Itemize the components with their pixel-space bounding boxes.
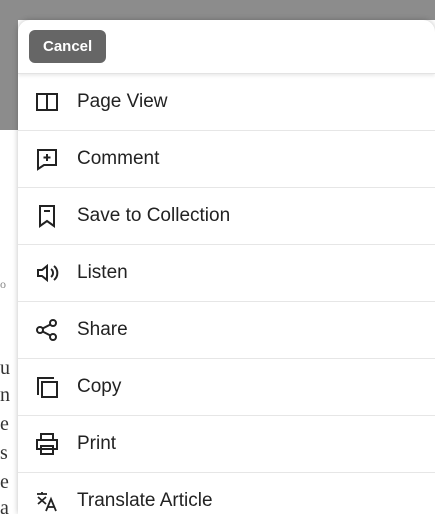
- menu-item-page-view[interactable]: Page View: [18, 74, 435, 131]
- translate-icon: [35, 489, 59, 513]
- action-menu: Page View Comment Save to Collection Lis…: [18, 74, 435, 514]
- menu-item-comment[interactable]: Comment: [18, 131, 435, 188]
- menu-item-label: Save to Collection: [77, 205, 231, 226]
- share-icon: [35, 318, 59, 342]
- bookmark-icon: [35, 204, 59, 228]
- backdrop-text: u: [0, 357, 10, 379]
- menu-item-label: Share: [77, 319, 128, 340]
- cancel-button[interactable]: Cancel: [29, 30, 107, 63]
- menu-item-translate-article[interactable]: Translate Article: [18, 473, 435, 514]
- page-view-icon: [35, 90, 59, 114]
- menu-item-copy[interactable]: Copy: [18, 359, 435, 416]
- menu-item-print[interactable]: Print: [18, 416, 435, 473]
- menu-item-label: Listen: [77, 262, 128, 283]
- menu-item-label: Print: [77, 433, 117, 454]
- menu-item-label: Copy: [77, 376, 122, 397]
- backdrop-text: n: [0, 384, 10, 406]
- backdrop-text: o: [0, 277, 6, 291]
- comment-icon: [35, 147, 59, 171]
- print-icon: [35, 432, 59, 456]
- menu-item-share[interactable]: Share: [18, 302, 435, 359]
- menu-item-label: Comment: [77, 148, 160, 169]
- action-sheet: Cancel Page View Comment Save to Collect…: [18, 20, 435, 514]
- menu-item-listen[interactable]: Listen: [18, 245, 435, 302]
- menu-item-save-to-collection[interactable]: Save to Collection: [18, 188, 435, 245]
- action-sheet-header: Cancel: [18, 20, 435, 74]
- menu-item-label: Translate Article: [77, 490, 213, 511]
- menu-item-label: Page View: [77, 91, 168, 112]
- backdrop-header: [0, 0, 435, 20]
- backdrop-text: s: [0, 442, 8, 464]
- backdrop-text: e: [0, 471, 9, 493]
- backdrop-text: a: [0, 497, 9, 514]
- backdrop-image: [0, 20, 18, 130]
- speaker-icon: [35, 261, 59, 285]
- copy-icon: [35, 375, 59, 399]
- backdrop-text: e: [0, 413, 9, 435]
